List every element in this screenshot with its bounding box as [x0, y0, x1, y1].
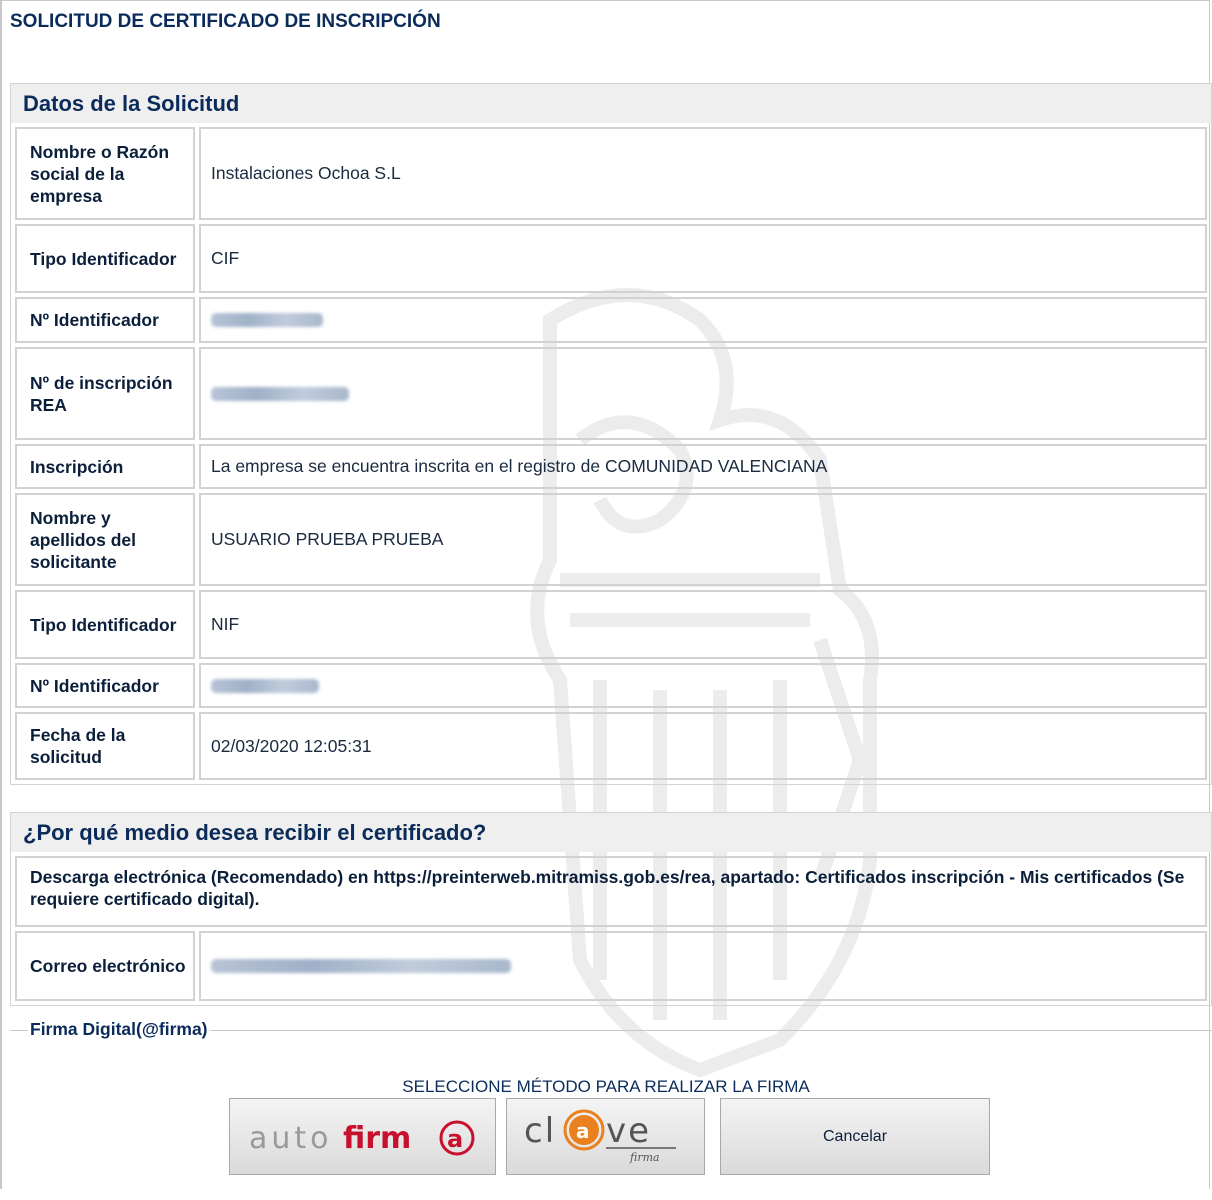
row-value-numero-identificador-solicitante [199, 663, 1207, 708]
table-row: Tipo Identificador NIF [15, 590, 1207, 659]
row-label-tipo-identificador-solicitante: Tipo Identificador [15, 590, 195, 659]
row-label-numero-identificador-solicitante: Nº Identificador [15, 663, 195, 708]
row-value-inscripcion-rea [199, 347, 1207, 440]
svg-text:a: a [576, 1119, 590, 1143]
row-value-tipo-identificador: CIF [199, 224, 1207, 293]
row-label-inscripcion: Inscripción [15, 444, 195, 489]
section-header-datos: Datos de la Solicitud [10, 83, 1212, 123]
firma-legend: Firma Digital(@firma) [28, 1019, 210, 1040]
table-row: Fecha de la solicitud 02/03/2020 12:05:3… [15, 712, 1207, 780]
row-label-numero-identificador: Nº Identificador [15, 297, 195, 343]
row-label-razon-social: Nombre o Razón social de la empresa [15, 127, 195, 220]
table-row: Tipo Identificador CIF [15, 224, 1207, 293]
redacted-value [211, 678, 319, 693]
table-row: Nombre o Razón social de la empresa Inst… [15, 127, 1207, 220]
row-label-nombre-solicitante: Nombre y apellidos del solicitante [15, 493, 195, 586]
autofirma-logo-icon: auto firm a [249, 1120, 474, 1156]
row-label-fecha-solicitud: Fecha de la solicitud [15, 712, 195, 780]
redacted-value [211, 386, 349, 401]
cancel-button[interactable]: Cancelar [720, 1098, 990, 1175]
svg-text:firm: firm [343, 1121, 411, 1156]
medio-table: Descarga electrónica (Recomendado) en ht… [10, 852, 1212, 1006]
table-row: Inscripción La empresa se encuentra insc… [15, 444, 1207, 489]
row-label-correo: Correo electrónico [15, 931, 195, 1001]
svg-text:cl: cl [524, 1111, 556, 1151]
clave-firma-button[interactable]: cl a ve firma [506, 1098, 705, 1175]
row-value-nombre-solicitante: USUARIO PRUEBA PRUEBA [199, 493, 1207, 586]
table-row: Nº Identificador [15, 663, 1207, 708]
page-title: SOLICITUD DE CERTIFICADO DE INSCRIPCIÓN [10, 11, 441, 32]
table-row: Nombre y apellidos del solicitante USUAR… [15, 493, 1207, 586]
row-value-tipo-identificador-solicitante: NIF [199, 590, 1207, 659]
row-value-fecha-solicitud: 02/03/2020 12:05:31 [199, 712, 1207, 780]
method-select-label: SELECCIONE MÉTODO PARA REALIZAR LA FIRMA [402, 1077, 810, 1096]
svg-text:ve: ve [606, 1111, 651, 1151]
redacted-value [211, 313, 323, 327]
section-header-medio: ¿Por qué medio desea recibir el certific… [10, 812, 1212, 852]
datos-table: Nombre o Razón social de la empresa Inst… [10, 123, 1212, 785]
row-value-inscripcion: La empresa se encuentra inscrita en el r… [199, 444, 1207, 489]
svg-text:firma: firma [629, 1151, 660, 1164]
row-label-inscripcion-rea: Nº de inscripción REA [15, 347, 195, 440]
row-value-razon-social: Instalaciones Ochoa S.L [199, 127, 1207, 220]
clave-logo-icon: cl a ve firma [524, 1109, 676, 1164]
svg-text:a: a [447, 1125, 463, 1153]
table-row: Nº Identificador [15, 297, 1207, 343]
row-label-tipo-identificador: Tipo Identificador [15, 224, 195, 293]
table-row: Nº de inscripción REA [15, 347, 1207, 440]
autofirma-button[interactable]: auto firm a [229, 1098, 496, 1175]
redacted-value [211, 959, 511, 973]
table-row: Descarga electrónica (Recomendado) en ht… [15, 856, 1207, 927]
table-row: Correo electrónico [15, 931, 1207, 1001]
svg-text:auto: auto [249, 1121, 333, 1156]
row-value-numero-identificador [199, 297, 1207, 343]
row-value-correo [199, 931, 1207, 1001]
descarga-electronica-text: Descarga electrónica (Recomendado) en ht… [15, 856, 1207, 927]
